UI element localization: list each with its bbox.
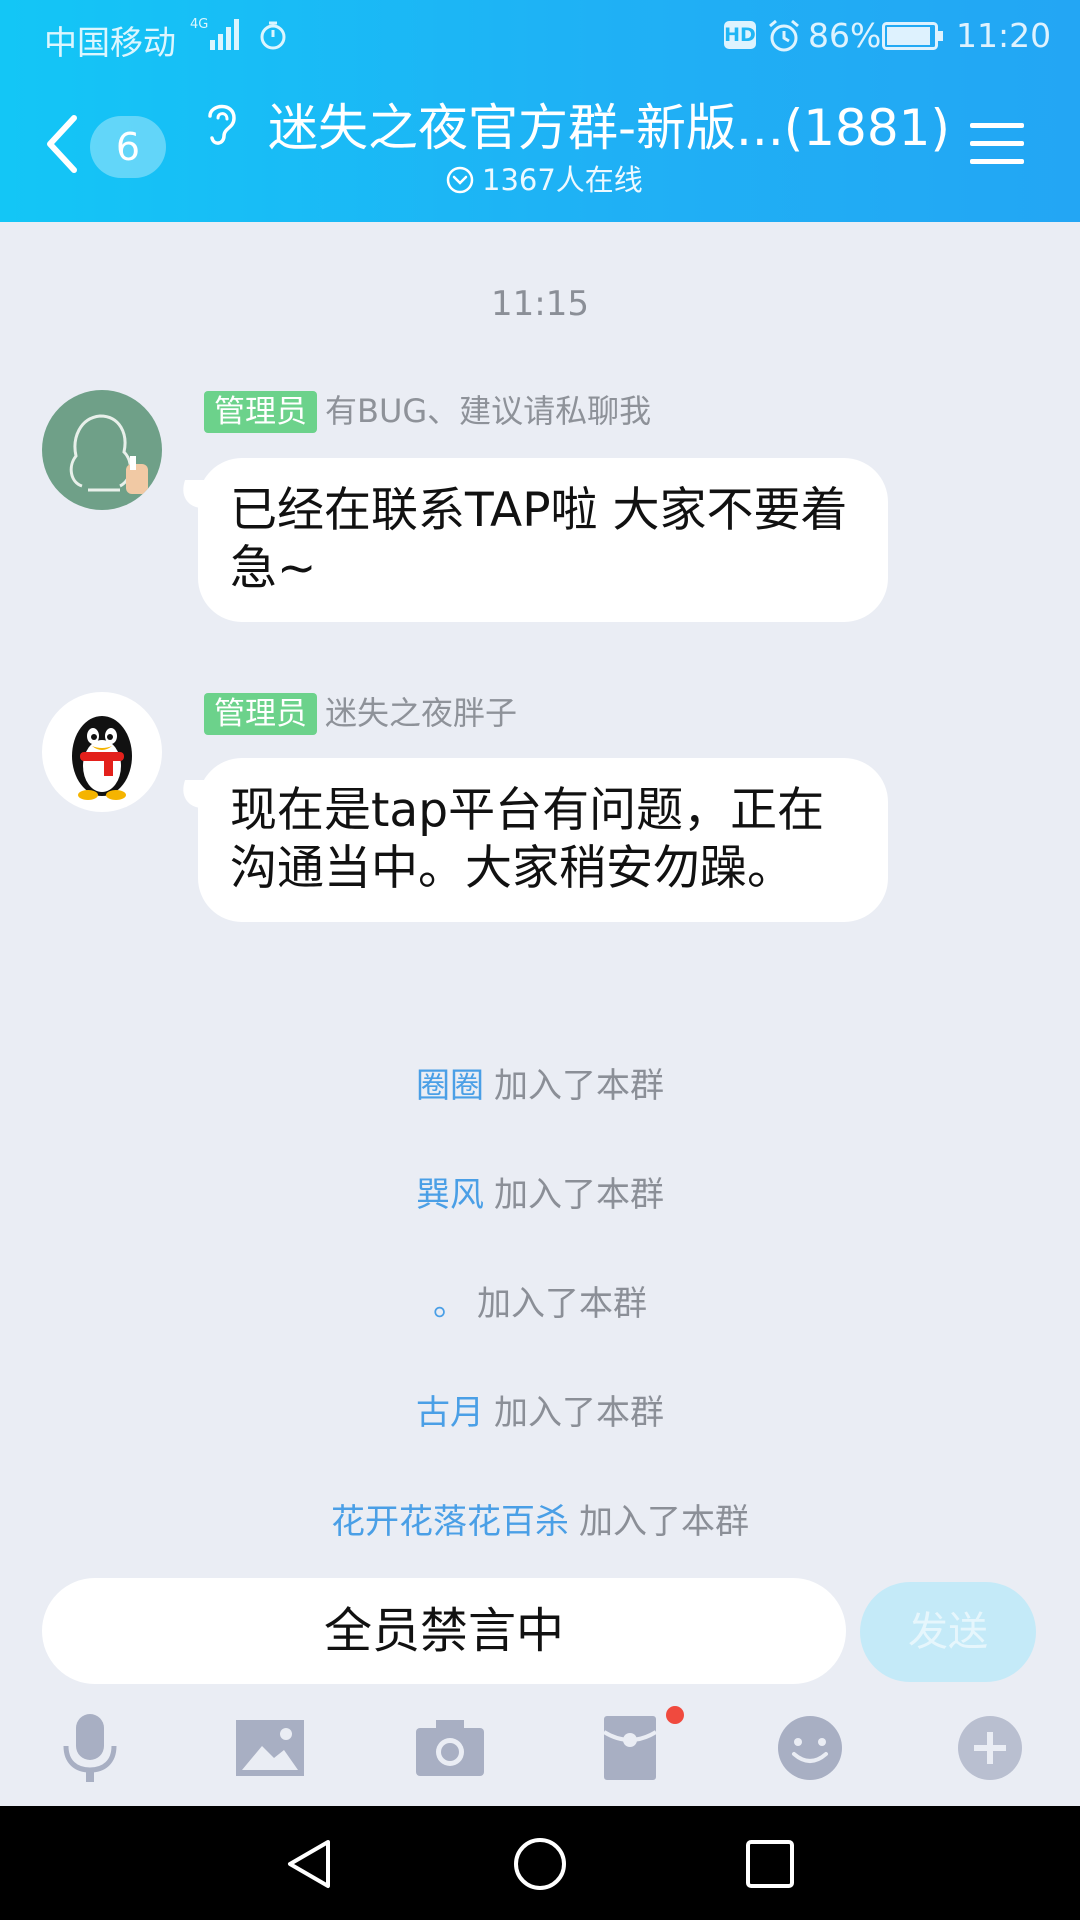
hd-icon: HD: [724, 21, 756, 49]
timer-icon: [260, 21, 286, 50]
notification-dot: [666, 1706, 684, 1724]
admin-badge: 管理员: [204, 391, 317, 433]
member-name-link[interactable]: 古月: [416, 1393, 484, 1433]
message-input[interactable]: 全员禁言中: [42, 1578, 846, 1684]
sender-name[interactable]: 有BUG、建议请私聊我: [325, 392, 651, 430]
avatar[interactable]: [42, 390, 162, 510]
member-name-link[interactable]: 花开花落花百杀: [331, 1502, 569, 1542]
microphone-icon[interactable]: [52, 1710, 128, 1786]
message-timestamp: 11:15: [491, 284, 589, 324]
member-name-link[interactable]: 巽风: [416, 1175, 484, 1215]
signal-icon: 4G: [190, 17, 239, 50]
battery-percent: 86%: [808, 16, 882, 55]
alarm-icon: [769, 19, 799, 52]
join-notice: 花开花落花百杀 加入了本群: [0, 1494, 1080, 1543]
join-action: 加入了本群: [494, 1066, 664, 1106]
send-button[interactable]: 发送: [860, 1582, 1036, 1682]
menu-icon[interactable]: [970, 120, 1024, 168]
nav-recents-icon[interactable]: [740, 1834, 800, 1894]
unread-count-badge[interactable]: 6: [90, 116, 166, 178]
red-packet-icon[interactable]: [596, 1710, 672, 1786]
join-action: 加入了本群: [477, 1284, 647, 1324]
member-name-link[interactable]: 。: [433, 1284, 467, 1324]
ear-icon[interactable]: [202, 98, 242, 150]
join-notice: 圈圈 加入了本群: [0, 1058, 1080, 1107]
plus-icon[interactable]: [952, 1710, 1028, 1786]
nav-home-icon[interactable]: [510, 1834, 570, 1894]
sender-line: 管理员 迷失之夜胖子: [204, 692, 517, 735]
chevron-down-circle-icon: [446, 166, 474, 194]
online-status[interactable]: 1367人在线: [446, 160, 643, 200]
image-icon[interactable]: [232, 1710, 308, 1786]
status-bar: 中国移动 4G HD 86% 11:20: [0, 0, 1080, 72]
camera-icon[interactable]: [412, 1710, 488, 1786]
admin-badge: 管理员: [204, 693, 317, 735]
chat-header: 中国移动 4G HD 86% 11:20 6 迷失之夜官方群-新版...(188…: [0, 0, 1080, 222]
sender-name[interactable]: 迷失之夜胖子: [325, 694, 517, 732]
network-type-label: 4G: [190, 17, 208, 32]
join-notice: 。加入了本群: [0, 1276, 1080, 1325]
nav-back-icon[interactable]: [280, 1834, 340, 1894]
chat-screen: 中国移动 4G HD 86% 11:20 6 迷失之夜官方群-新版...(188…: [0, 0, 1080, 1920]
join-notice: 古月 加入了本群: [0, 1385, 1080, 1434]
chat-title[interactable]: 迷失之夜官方群-新版...(1881): [268, 96, 950, 160]
clock: 11:20: [956, 16, 1052, 55]
carrier-label: 中国移动: [44, 23, 176, 62]
online-count: 1367人在线: [482, 163, 643, 197]
system-nav-bar: [0, 1806, 1080, 1920]
default-avatar-icon: [42, 390, 162, 510]
avatar[interactable]: [42, 692, 162, 812]
join-notice: 巽风 加入了本群: [0, 1167, 1080, 1216]
member-name-link[interactable]: 圈圈: [416, 1066, 484, 1106]
sender-line: 管理员 有BUG、建议请私聊我: [204, 390, 651, 433]
message-bubble[interactable]: 现在是tap平台有问题，正在沟通当中。大家稍安勿躁。: [198, 758, 888, 922]
message-bubble[interactable]: 已经在联系TAP啦 大家不要着急~: [198, 458, 888, 622]
join-action: 加入了本群: [579, 1502, 749, 1542]
back-button[interactable]: [40, 108, 84, 180]
battery-icon: [882, 22, 943, 50]
join-action: 加入了本群: [494, 1175, 664, 1215]
join-action: 加入了本群: [494, 1393, 664, 1433]
emoji-icon[interactable]: [772, 1710, 848, 1786]
penguin-avatar-icon: [42, 692, 162, 812]
